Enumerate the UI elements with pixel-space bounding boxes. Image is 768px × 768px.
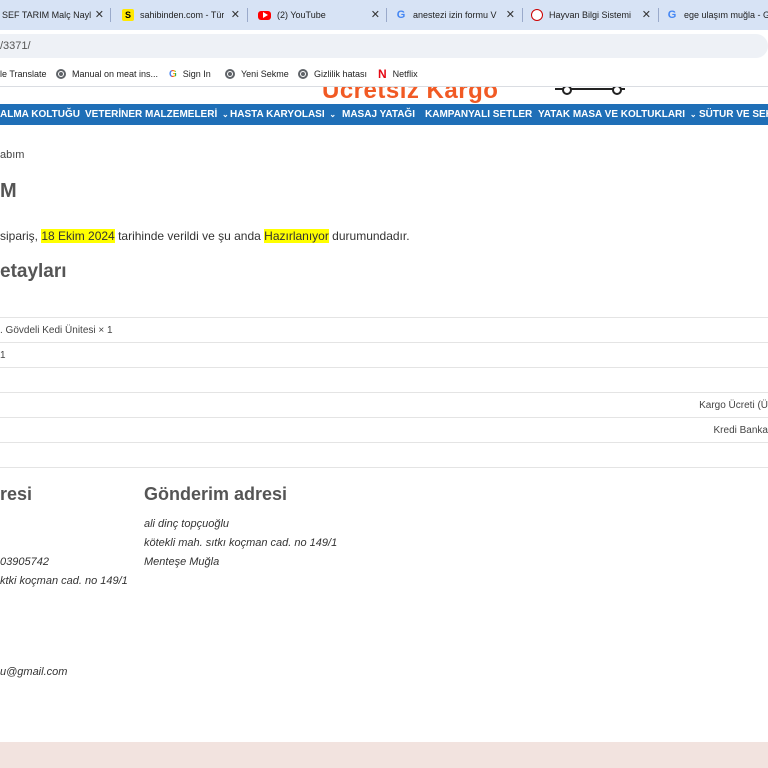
billing-street: ktki koçman cad. no 149/1 [0,575,128,587]
close-icon[interactable]: ✕ [506,8,515,21]
billing-email: u@gmail.com [0,666,68,678]
table-row [0,442,768,468]
bookmark-netflix[interactable]: N Netflix [378,62,418,86]
shipping-address-heading: Gönderim adresi [144,484,288,504]
site-header: Ücretsiz Kargo [0,87,768,103]
tab-title: Hayvan Bilgi Sistemi [549,10,632,20]
address-bar: /3371/ [0,30,768,62]
tab-title: ege ulaşım muğla - G [684,10,768,20]
shipping-name: ali dinç topçuoğlu [144,518,230,530]
table-row [0,367,768,393]
nav-item-masaj-yatagi[interactable]: MASAJ YATAĞI [342,104,415,125]
order-details-heading: etayları [0,261,67,282]
close-icon[interactable]: ✕ [231,8,240,21]
tab-youtube[interactable]: (2) YouTube ✕ [250,0,384,30]
tab-title: (2) YouTube [277,10,326,20]
nav-label: ALMA KOLTUĞU [0,109,80,120]
table-row: 1 [0,342,768,368]
tab-separator [522,8,523,22]
breadcrumb[interactable]: abım [0,149,24,161]
tab-separator [247,8,248,22]
order-page-content: abım M sipariş, 18 Ekim 2024 tarihinde v… [0,125,768,742]
nav-item-alma-koltugu[interactable]: ALMA KOLTUĞU [0,104,80,125]
shipping-city: Menteşe Muğla [144,556,220,568]
billing-address-heading: resi [0,484,33,504]
status-middle: tarihinde verildi ve şu anda [114,229,265,243]
order-date: 18 Ekim 2024 [41,229,115,243]
chevron-down-icon: ⌄ [689,110,697,119]
table-row: . Gövdeli Kedi Ünitesi × 1 [0,317,768,343]
table-row: Kargo Ücreti (Ü [0,392,768,418]
google-favicon: G [667,9,677,21]
tab-ege-ulasim[interactable]: G ege ulaşım muğla - G [662,0,768,30]
order-status-text: sipariş, 18 Ekim 2024 tarihinde verildi … [0,229,410,243]
footer [0,742,768,768]
google-favicon: G [396,9,406,21]
main-navigation: ALMA KOLTUĞU VETERİNER MALZEMELERİ ⌄ HAS… [0,104,768,125]
bookmark-label: Gizlilik hatası [314,69,368,79]
tab-anestezi[interactable]: G anestezi izin formu V ✕ [389,0,519,30]
tab-title: anestezi izin formu V [413,10,497,20]
bookmark-label: Netflix [392,69,418,79]
shipping-street: kötekli mah. sıtkı koçman cad. no 149/1 [144,537,338,549]
billing-phone: 03905742 [0,556,49,568]
bookmark-label: Manual on meat ins... [72,69,159,79]
close-icon[interactable]: ✕ [371,8,380,21]
bookmark-label: Sign In [182,69,211,79]
nav-label: MASAJ YATAĞI [342,109,415,120]
nav-label: KAMPANYALI SETLER [425,109,533,120]
tab-separator [658,8,659,22]
free-shipping-banner: Ücretsiz Kargo [322,87,499,103]
youtube-favicon [258,10,271,20]
bookmark-gizlilik[interactable]: Gizlilik hatası [298,62,367,86]
bookmark-translate[interactable]: le Translate [0,62,47,86]
bookmark-label: le Translate [0,69,47,79]
bookmark-yeni-sekme[interactable]: Yeni Sekme [225,62,289,86]
bookmark-label: Yeni Sekme [241,69,289,79]
tab-sef-tarim[interactable]: SEF TARIM Malç Nayl ✕ [0,0,108,30]
nav-label: VETERİNER MALZEMELERİ [85,109,218,120]
close-icon[interactable]: ✕ [95,8,104,21]
row-value: 1 [0,350,6,361]
product-name[interactable]: . Gövdeli Kedi Ünitesi × 1 [0,325,113,336]
table-divider [0,467,768,469]
status-suffix: durumundadır. [328,229,410,243]
nav-item-yatak-masa[interactable]: YATAK MASA VE KOLTUKLARI ⌄ [538,104,697,125]
nav-item-veteriner[interactable]: VETERİNER MALZEMELERİ ⌄ [85,104,229,125]
tab-title: sahibinden.com - Tür [140,10,225,20]
nav-label: YATAK MASA VE KOLTUKLARI [538,109,686,120]
page-title: M [0,180,17,202]
tab-separator [110,8,111,22]
order-state: Hazırlanıyor [264,229,329,243]
nav-item-hasta-karyolasi[interactable]: HASTA KARYOLASI ⌄ [230,104,336,125]
globe-icon [298,69,308,79]
globe-icon [56,69,66,79]
payment-method-label: Kredi Banka [713,425,768,436]
bookmark-sign-in[interactable]: G Sign In [169,62,211,86]
nav-label: SÜTUR VE SEHP [699,109,768,120]
table-row: Kredi Banka [0,417,768,443]
truck-icon [555,87,625,95]
nav-item-sutur[interactable]: SÜTUR VE SEHP [699,104,768,125]
globe-icon [225,69,235,79]
google-icon: G [169,68,177,80]
chevron-down-icon: ⌄ [329,110,337,119]
hayvan-bilgi-favicon [531,9,543,21]
tab-sahibinden[interactable]: S sahibinden.com - Tür ✕ [114,0,244,30]
url-input[interactable]: /3371/ [0,34,768,58]
shipping-fee-label: Kargo Ücreti (Ü [699,400,768,411]
nav-item-kampanyali-setler[interactable]: KAMPANYALI SETLER [425,104,532,125]
sahibinden-favicon: S [122,9,134,21]
status-prefix: sipariş, [0,229,42,243]
bookmarks-bar: le Translate Manual on meat ins... G Sig… [0,62,768,87]
chevron-down-icon: ⌄ [222,110,229,119]
browser-tab-strip: SEF TARIM Malç Nayl ✕ S sahibinden.com -… [0,0,768,30]
tab-hayvan-bilgi[interactable]: Hayvan Bilgi Sistemi ✕ [525,0,655,30]
bookmark-manual-meat[interactable]: Manual on meat ins... [56,62,158,86]
tab-separator [386,8,387,22]
close-icon[interactable]: ✕ [642,8,651,21]
tab-title: SEF TARIM Malç Nayl [2,10,92,20]
nav-label: HASTA KARYOLASI [230,109,325,120]
netflix-icon: N [378,67,387,81]
